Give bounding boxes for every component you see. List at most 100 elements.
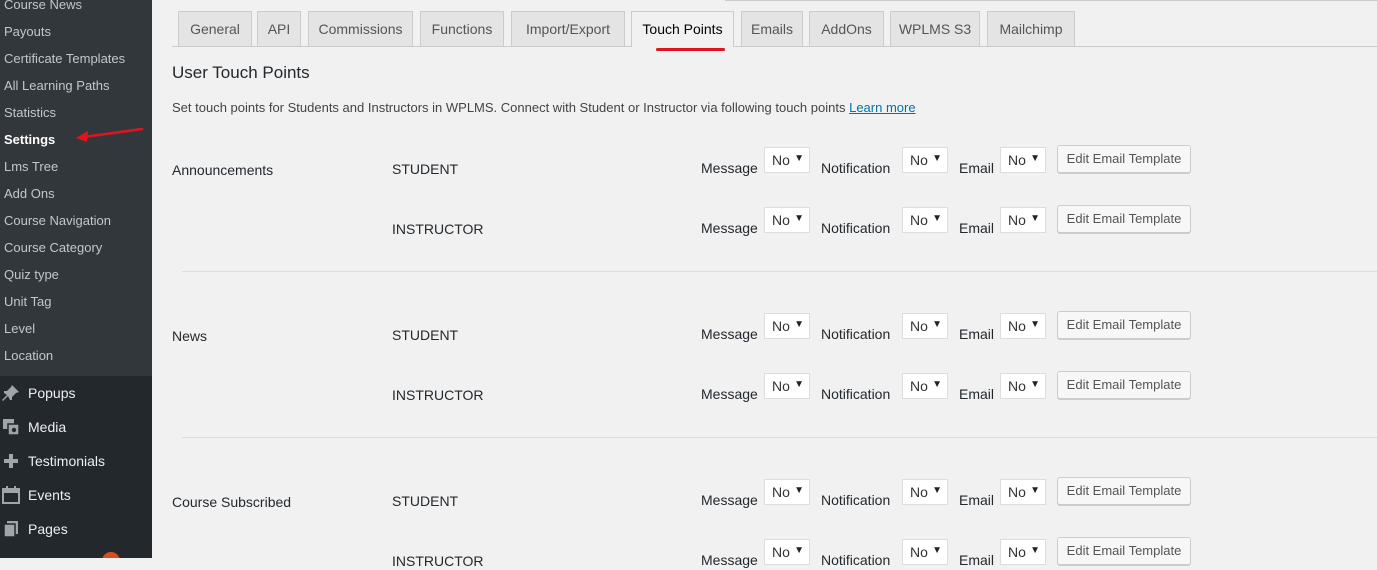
dropdown-arrow-icon: ▼ [1030,485,1040,496]
dropdown-arrow-icon: ▼ [794,485,804,496]
message-select[interactable]: No ▼ [764,479,810,505]
select-value: No [772,152,790,168]
dropdown-arrow-icon: ▼ [794,153,804,164]
lms-submenu: Course News Payouts Certificate Template… [0,0,152,376]
message-label: Message [701,220,758,236]
submenu-item-all-learning-paths[interactable]: All Learning Paths [4,76,110,96]
message-select[interactable]: No ▼ [764,373,810,399]
select-value: No [772,318,790,334]
notification-select[interactable]: No ▼ [902,479,948,505]
email-label: Email [959,326,995,342]
edit-email-template-button[interactable]: Edit Email Template [1057,205,1191,233]
menu-item-popups[interactable]: Popups [0,376,152,410]
submenu-item-quiz-type[interactable]: Quiz type [4,265,59,285]
touch-point-name: Announcements [172,162,274,178]
message-select[interactable]: No ▼ [764,539,810,565]
touch-point-name: News [172,328,208,344]
menu-item-media[interactable]: Media [0,410,152,444]
select-value: No [910,484,928,500]
admin-sidebar: Course News Payouts Certificate Template… [0,0,152,558]
tab-mailchimp[interactable]: Mailchimp [987,11,1075,46]
submenu-item-certificate-templates[interactable]: Certificate Templates [4,49,125,69]
role-label: INSTRUCTOR [392,553,484,569]
role-label: INSTRUCTOR [392,221,484,237]
submenu-item-unit-tag[interactable]: Unit Tag [4,292,51,312]
notification-label: Notification [821,160,891,176]
message-label: Message [701,326,758,342]
email-label: Email [959,220,995,236]
email-select[interactable]: No ▼ [1000,479,1046,505]
tab-addons[interactable]: AddOns [809,11,884,46]
menu-item-events[interactable]: Events [0,478,152,512]
active-tab-underline [656,48,725,51]
tab-emails[interactable]: Emails [741,11,803,46]
edit-email-template-button[interactable]: Edit Email Template [1057,477,1191,505]
notification-select[interactable]: No ▼ [902,147,948,173]
notification-label: Notification [821,492,891,508]
edit-email-template-button[interactable]: Edit Email Template [1057,311,1191,339]
select-value: No [1008,318,1026,334]
select-value: No [910,318,928,334]
menu-label: Pages [28,521,68,537]
message-select[interactable]: No ▼ [764,313,810,339]
menu-label: Popups [28,385,76,401]
email-select[interactable]: No ▼ [1000,147,1046,173]
email-select[interactable]: No ▼ [1000,313,1046,339]
email-label: Email [959,492,995,508]
notification-label: Notification [821,220,891,236]
dropdown-arrow-icon: ▼ [932,485,942,496]
submenu-item-settings[interactable]: Settings [4,130,55,150]
notification-select[interactable]: No ▼ [902,373,948,399]
message-label: Message [701,552,758,568]
submenu-item-location[interactable]: Location [4,346,53,366]
message-select[interactable]: No ▼ [764,147,810,173]
notification-label: Notification [821,326,891,342]
email-select[interactable]: No ▼ [1000,539,1046,565]
email-label: Email [959,160,995,176]
edit-email-template-button[interactable]: Edit Email Template [1057,537,1191,565]
select-value: No [772,484,790,500]
tab-import-export[interactable]: Import/Export [511,11,625,46]
settings-content: General API Commissions Functions Import… [152,0,1377,569]
page-description: Set touch points for Students and Instru… [172,99,916,117]
dropdown-arrow-icon: ▼ [932,319,942,330]
notification-select[interactable]: No ▼ [902,207,948,233]
notification-select[interactable]: No ▼ [902,313,948,339]
menu-label: Media [28,419,67,435]
tab-functions[interactable]: Functions [420,11,504,46]
menu-label: Testimonials [28,453,106,469]
dropdown-arrow-icon: ▼ [932,545,942,556]
submenu-item-lms-tree[interactable]: Lms Tree [4,157,58,177]
menu-item-pages[interactable]: Pages [0,512,152,546]
submenu-item-course-category[interactable]: Course Category [4,238,102,258]
submenu-item-level[interactable]: Level [4,319,35,339]
submenu-item-statistics[interactable]: Statistics [4,103,56,123]
tab-touch-points[interactable]: Touch Points [631,11,734,47]
tab-general[interactable]: General [178,11,252,46]
select-value: No [910,378,928,394]
dropdown-arrow-icon: ▼ [794,213,804,224]
learn-more-link[interactable]: Learn more [849,100,915,115]
tab-wplms-s3[interactable]: WPLMS S3 [890,11,980,46]
email-label: Email [959,552,995,568]
email-select[interactable]: No ▼ [1000,207,1046,233]
submenu-item-course-navigation[interactable]: Course Navigation [4,211,111,231]
edit-email-template-button[interactable]: Edit Email Template [1057,371,1191,399]
notification-select[interactable]: No ▼ [902,539,948,565]
select-value: No [1008,378,1026,394]
notification-label: Notification [821,552,891,568]
tab-commissions[interactable]: Commissions [308,11,413,46]
edit-email-template-button[interactable]: Edit Email Template [1057,145,1191,173]
message-label: Message [701,160,758,176]
select-value: No [1008,212,1026,228]
menu-item-testimonials[interactable]: Testimonials [0,444,152,478]
submenu-item-payouts[interactable]: Payouts [4,22,51,42]
select-value: No [1008,152,1026,168]
submenu-item-add-ons[interactable]: Add Ons [4,184,55,204]
message-select[interactable]: No ▼ [764,207,810,233]
submenu-item-course-news[interactable]: Course News [4,0,82,15]
role-label: STUDENT [392,161,459,177]
email-select[interactable]: No ▼ [1000,373,1046,399]
tab-api[interactable]: API [257,11,301,46]
select-value: No [910,212,928,228]
